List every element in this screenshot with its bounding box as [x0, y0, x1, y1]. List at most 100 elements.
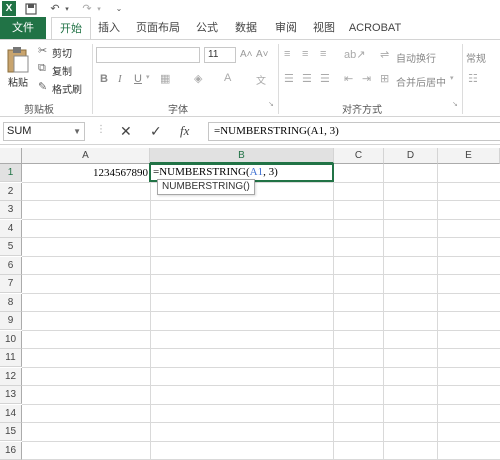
redo-icon[interactable]: ↷ — [80, 1, 94, 16]
decrease-indent-icon[interactable]: ⇤ — [344, 72, 353, 85]
bold-button[interactable]: B — [100, 73, 108, 85]
row-header-11[interactable]: 11 — [0, 349, 22, 367]
format-painter-icon[interactable]: ✎ — [38, 80, 47, 93]
formula-bar: SUM ▼ ⋮ ✕ ✓ fx =NUMBERSTRING(A1, 3) — [0, 117, 500, 145]
customize-qat-icon[interactable]: ⌄ — [112, 1, 126, 16]
function-tooltip[interactable]: NUMBERSTRING() — [157, 179, 255, 195]
tab-acrobat[interactable]: ACROBAT — [346, 17, 404, 39]
save-icon[interactable] — [24, 1, 38, 16]
cut-icon[interactable]: ✂ — [38, 44, 47, 57]
tab-view[interactable]: 视图 — [306, 17, 342, 39]
group-divider — [92, 44, 93, 114]
copy-button-label[interactable]: 复制 — [52, 63, 72, 78]
underline-dropdown-icon[interactable]: ▾ — [146, 73, 150, 81]
tab-review[interactable]: 审阅 — [268, 17, 304, 39]
tab-formulas[interactable]: 公式 — [189, 17, 225, 39]
font-dialog-launcher-icon[interactable]: ↘ — [268, 100, 274, 108]
gridline — [22, 200, 500, 201]
font-name-dropdown[interactable] — [96, 47, 200, 63]
currency-format-icon[interactable]: ☷ — [468, 72, 478, 85]
row-header-10[interactable]: 10 — [0, 330, 22, 349]
row-header-3[interactable]: 3 — [0, 201, 22, 219]
wrap-text-icon[interactable]: ⇌ — [380, 48, 389, 61]
row-header-5[interactable]: 5 — [0, 238, 22, 256]
formula-input[interactable]: =NUMBERSTRING(A1, 3) — [208, 122, 500, 141]
tab-data[interactable]: 数据 — [228, 17, 264, 39]
formula-bar-grip-icon[interactable]: ⋮ — [96, 124, 106, 135]
increase-indent-icon[interactable]: ⇥ — [362, 72, 371, 85]
paste-icon[interactable] — [6, 46, 30, 76]
gridline — [22, 348, 500, 349]
row-header-6[interactable]: 6 — [0, 256, 22, 275]
enter-icon[interactable]: ✓ — [150, 123, 162, 140]
shrink-font-icon[interactable]: A˅ — [256, 49, 269, 60]
row-header-15[interactable]: 15 — [0, 423, 22, 441]
tab-page-layout[interactable]: 页面布局 — [130, 17, 186, 39]
gridline — [333, 164, 334, 460]
format-painter-label[interactable]: 格式刷 — [52, 81, 82, 96]
insert-function-icon[interactable]: fx — [180, 123, 189, 139]
row-header-12[interactable]: 12 — [0, 367, 22, 386]
column-header-e[interactable]: E — [438, 148, 500, 164]
align-center-icon[interactable]: ☰ — [302, 72, 312, 85]
redo-dropdown-icon[interactable]: ▾ — [94, 1, 104, 16]
fill-color-icon[interactable]: ◈ — [194, 72, 202, 85]
gridline — [22, 329, 500, 331]
align-bottom-icon[interactable]: ≡ — [320, 48, 326, 60]
row-header-1[interactable]: 1 — [0, 164, 22, 182]
chevron-down-icon[interactable]: ▼ — [73, 123, 81, 140]
align-middle-icon[interactable]: ≡ — [302, 48, 308, 60]
row-header-8[interactable]: 8 — [0, 293, 22, 312]
copy-icon[interactable]: ⧉ — [38, 62, 46, 75]
select-all-corner[interactable] — [0, 148, 22, 164]
cancel-icon[interactable]: ✕ — [120, 123, 132, 140]
formula-text-end: , 3) — [263, 166, 278, 178]
excel-logo-icon: X — [2, 1, 16, 16]
align-right-icon[interactable]: ☰ — [320, 72, 330, 85]
wrap-text-button[interactable]: 自动换行 — [396, 50, 436, 65]
merge-dropdown-icon[interactable]: ▾ — [450, 74, 454, 82]
tab-home[interactable]: 开始 — [51, 17, 91, 40]
formula-text: =NUMBERSTRING( — [153, 166, 250, 178]
border-icon[interactable]: ▦ — [160, 72, 170, 85]
row-header-9[interactable]: 9 — [0, 312, 22, 330]
undo-icon[interactable]: ↶ — [48, 1, 62, 16]
merge-center-icon[interactable]: ⊞ — [380, 72, 389, 85]
cell-a1[interactable]: 1234567890 — [23, 165, 150, 182]
font-size-dropdown[interactable]: 11 — [204, 47, 236, 63]
row-header-2[interactable]: 2 — [0, 182, 22, 201]
column-header-a[interactable]: A — [22, 148, 150, 164]
merge-center-button[interactable]: 合并后居中 — [396, 74, 446, 89]
column-header-b[interactable]: B — [150, 148, 334, 164]
gridline — [437, 164, 438, 460]
gridline — [383, 164, 384, 460]
font-group-label: 字体 — [168, 105, 188, 116]
tab-insert[interactable]: 插入 — [92, 17, 126, 39]
italic-button[interactable]: I — [118, 73, 122, 85]
gridline — [150, 164, 151, 460]
column-header-d[interactable]: D — [384, 148, 438, 164]
name-box[interactable]: SUM ▼ — [3, 122, 85, 141]
row-header-16[interactable]: 16 — [0, 441, 22, 460]
paste-button-label[interactable]: 粘贴 — [8, 74, 28, 89]
align-left-icon[interactable]: ☰ — [284, 72, 294, 85]
alignment-dialog-launcher-icon[interactable]: ↘ — [452, 100, 458, 108]
gridline — [22, 218, 500, 220]
row-header-4[interactable]: 4 — [0, 219, 22, 238]
row-header-7[interactable]: 7 — [0, 275, 22, 293]
gridline — [22, 422, 500, 423]
row-header-13[interactable]: 13 — [0, 386, 22, 404]
number-format-dropdown[interactable]: 常规 — [466, 50, 486, 65]
row-header-14[interactable]: 14 — [0, 404, 22, 423]
column-header-c[interactable]: C — [334, 148, 384, 164]
undo-dropdown-icon[interactable]: ▾ — [62, 1, 72, 16]
grow-font-icon[interactable]: A˄ — [240, 49, 253, 60]
tab-file[interactable]: 文件 — [0, 17, 46, 39]
underline-button[interactable]: U — [134, 73, 142, 85]
font-color-icon[interactable]: A — [224, 72, 231, 84]
align-top-icon[interactable]: ≡ — [284, 48, 290, 60]
gridline — [22, 403, 500, 405]
phonetic-icon[interactable]: 文 — [256, 72, 266, 87]
cut-button-label[interactable]: 剪切 — [52, 45, 72, 60]
orientation-icon[interactable]: ab↗ — [344, 48, 365, 61]
